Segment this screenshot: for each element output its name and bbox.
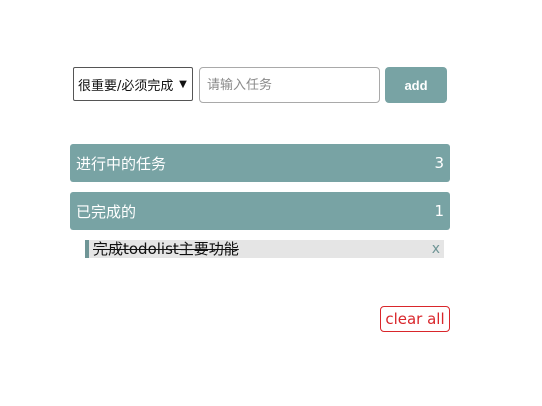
todo-app: 很重要/必须完成 ▼ add 进行中的任务 3 已完成的 1 完成todolis… bbox=[0, 0, 542, 406]
clear-all-button[interactable]: clear all bbox=[380, 306, 450, 332]
ongoing-tasks-header[interactable]: 进行中的任务 3 bbox=[70, 144, 450, 182]
done-tasks-count: 1 bbox=[434, 202, 444, 220]
dropdown-arrow-icon: ▼ bbox=[179, 78, 187, 90]
done-task-text: 完成todolist主要功能 bbox=[93, 240, 239, 258]
done-task-item[interactable]: 完成todolist主要功能 x bbox=[85, 240, 444, 258]
done-tasks-title: 已完成的 bbox=[76, 202, 137, 221]
done-tasks-header[interactable]: 已完成的 1 bbox=[70, 192, 450, 230]
priority-select-value: 很重要/必须完成 bbox=[78, 78, 174, 94]
add-button[interactable]: add bbox=[385, 67, 447, 103]
ongoing-tasks-count: 3 bbox=[434, 154, 444, 172]
delete-task-button[interactable]: x bbox=[432, 240, 440, 258]
ongoing-tasks-title: 进行中的任务 bbox=[76, 154, 167, 173]
task-input[interactable] bbox=[199, 67, 380, 103]
priority-select[interactable]: 很重要/必须完成 ▼ bbox=[73, 67, 193, 101]
